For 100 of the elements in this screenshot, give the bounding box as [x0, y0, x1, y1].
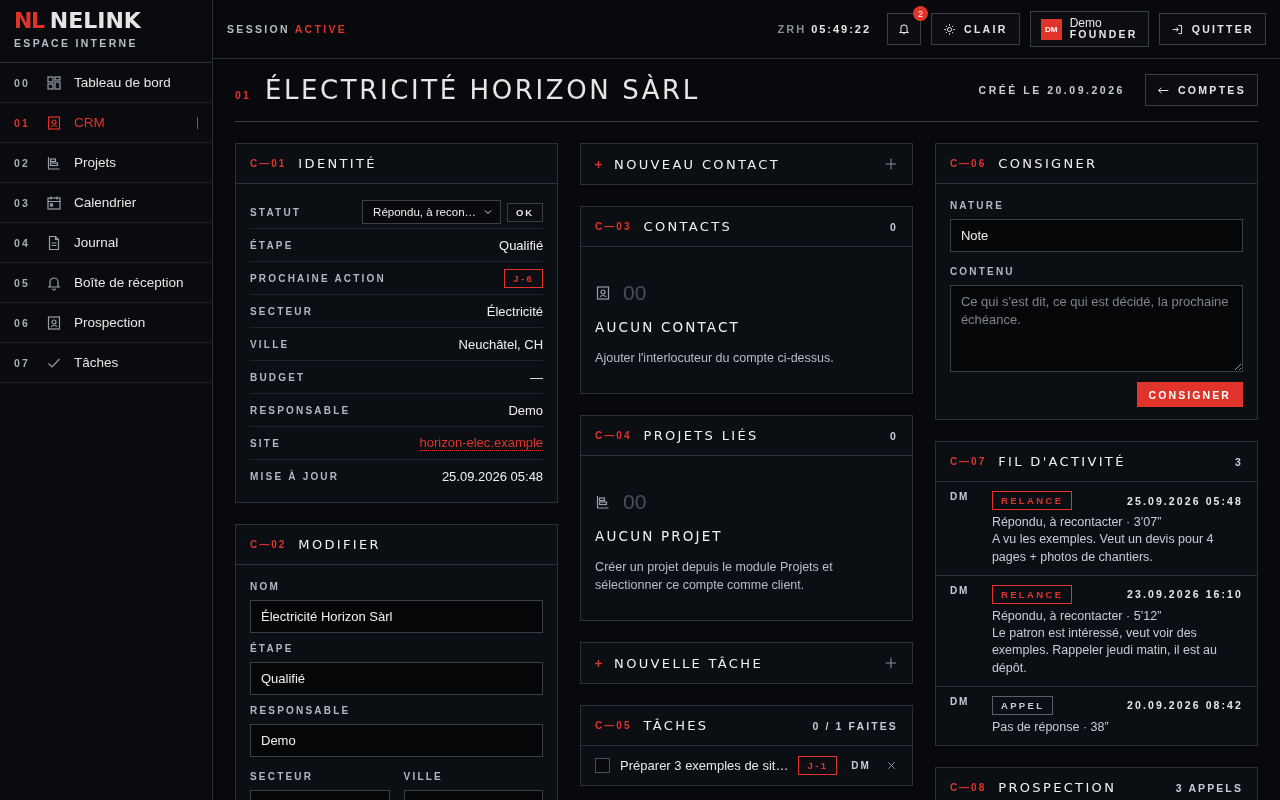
card-code: C—06 [949, 158, 987, 169]
author-initials: DM [949, 695, 971, 709]
field-value: 25.09.2026 05:48 [441, 468, 544, 484]
field-label: NATURE [949, 200, 1005, 211]
field-value: Demo [508, 402, 544, 418]
activity-note: Le patron est intéressé, veut voir des exemples. Rappeler jeudi matin, il est au dépôt. [991, 625, 1218, 677]
field-label: ÉTAPE [250, 239, 294, 251]
brand-name: NELINK [49, 10, 141, 32]
field-value: Qualifié [499, 237, 544, 253]
clock: ZRH 05:49:22 [777, 23, 871, 35]
logout-button[interactable]: QUITTER [1158, 13, 1266, 45]
new-task-button[interactable]: NOUVELLE TÂCHE [580, 642, 913, 685]
sidebar-item[interactable]: 07 Tâches [0, 343, 212, 383]
field-label: MISE À JOUR [250, 470, 340, 482]
sidebar-item[interactable]: 06 Prospection [0, 303, 212, 343]
active-marker [197, 116, 198, 129]
document-icon [46, 234, 62, 251]
activity-date: 23.09.2026 16:10 [1127, 588, 1243, 601]
field-label: ÉTAPE [250, 643, 295, 654]
sidebar-item[interactable]: 00 Tableau de bord [0, 63, 212, 103]
task-title: Préparer 3 exemples de sit… [620, 758, 789, 774]
page-number: 01 [235, 89, 251, 101]
plus-icon [595, 160, 603, 168]
notifications-button[interactable] [887, 13, 921, 45]
logo-mark: NL [14, 10, 44, 32]
card-code: C—05 [595, 720, 632, 732]
author-initials: DM [949, 584, 971, 598]
empty-title: AUCUN PROJET [595, 528, 724, 545]
card-title: MODIFIER [298, 537, 382, 552]
submit-button[interactable]: CONSIGNER [1136, 382, 1243, 407]
activity-tag: APPEL [991, 695, 1054, 715]
card-title: PROSPECTION [998, 780, 1118, 795]
sidebar-item[interactable]: 02 Projets [0, 143, 212, 183]
card-code: C—08 [949, 782, 987, 793]
field-label: BUDGET [250, 371, 306, 383]
field-label: SECTEUR [250, 771, 315, 782]
contact-card-icon [46, 314, 62, 331]
user-button[interactable]: DM Demo FOUNDER [1029, 11, 1149, 47]
card-title: PROJETS LIÉS [643, 428, 760, 444]
field-value: — [530, 369, 544, 385]
session-status: SESSION ACTIVE [227, 23, 348, 35]
brand-subtitle: ESPACE INTERNE [14, 37, 139, 49]
card-code: C—07 [949, 456, 987, 467]
field-value: Électricité [486, 303, 544, 319]
card-count: 3 APPELS [1175, 781, 1243, 794]
card-count: 3 [1235, 455, 1243, 468]
field-label: RESPONSABLE [250, 705, 352, 716]
activity-date: 25.09.2026 05:48 [1127, 494, 1243, 507]
website-link[interactable]: horizon-elec.example [419, 435, 544, 451]
plus-icon [595, 659, 603, 667]
text-field[interactable]: Demo [250, 724, 544, 757]
activity-summary: Répondu, à recontacter · 3’07” [991, 514, 1163, 531]
bell-icon [897, 22, 911, 36]
sidebar-item[interactable]: 05 Boîte de réception [0, 263, 212, 303]
due-tag: J-1 [798, 756, 838, 776]
card-title: CONTACTS [643, 219, 734, 234]
ok-button[interactable]: OK [507, 202, 544, 222]
text-field[interactable]: Qualifié [250, 662, 544, 695]
chart-icon [595, 494, 612, 511]
sun-icon [943, 22, 956, 36]
new-contact-button[interactable]: NOUVEAU CONTACT [580, 143, 913, 185]
field-label: NOM [250, 581, 281, 592]
activity-summary: Répondu, à recontacter · 5’12” [991, 607, 1163, 625]
sidebar-item[interactable]: 04 Journal [0, 223, 212, 263]
card-count: 0 [889, 220, 898, 233]
field-label: CONTENU [949, 266, 1016, 277]
theme-button[interactable]: CLAIR [931, 13, 1020, 45]
field-label: RESPONSABLE [250, 404, 351, 416]
status-select[interactable]: Répondu, à recon… [362, 200, 502, 224]
empty-message: Créer un projet depuis le module Projets et sélectionner ce compte comme client. [595, 559, 834, 595]
field-value: Neuchâtel, CH [458, 336, 544, 352]
task-checkbox[interactable] [595, 758, 611, 774]
activity-note: A vu les exemples. Veut un devis pour 4 pages + photos de chantiers. [991, 531, 1215, 566]
notification-badge: 2 [913, 6, 928, 21]
card-count: 0 [889, 429, 898, 442]
card-code: C—03 [595, 221, 632, 232]
card-count: 0 / 1 FAITES [812, 719, 898, 732]
activity-summary: Pas de réponse · 38” [991, 718, 1110, 736]
card-title: CONSIGNER [998, 156, 1099, 171]
field-label: VILLE [250, 338, 290, 350]
activity-tag: RELANCE [991, 584, 1073, 604]
sign-in-icon [1170, 22, 1184, 36]
sidebar-item[interactable]: 03 Calendrier [0, 183, 212, 223]
field-label: PROCHAINE ACTION [250, 272, 386, 284]
plus-icon [883, 656, 898, 671]
contact-card-icon [595, 285, 612, 301]
card-code: C—02 [250, 539, 287, 550]
due-tag: J-6 [504, 268, 544, 288]
activity-tag: RELANCE [991, 491, 1073, 510]
task-owner: DM [851, 760, 871, 772]
field-label: STATUT [250, 206, 302, 218]
back-button[interactable]: COMPTES [1144, 74, 1258, 106]
user-avatar: DM [1040, 18, 1062, 40]
empty-message: Ajouter l'interlocuteur du compte ci-dessus. [595, 350, 835, 367]
sidebar-item[interactable]: 01 CRM [0, 103, 212, 143]
card-title: IDENTITÉ [298, 156, 378, 171]
text-field[interactable]: Électricité Horizon Sàrl [250, 600, 544, 633]
card-title: TÂCHES [643, 718, 710, 734]
nature-field[interactable]: Note [949, 219, 1243, 252]
content-field[interactable]: Ce qui s'est dit, ce qui est décidé, la prochaine échéance. [949, 285, 1243, 372]
